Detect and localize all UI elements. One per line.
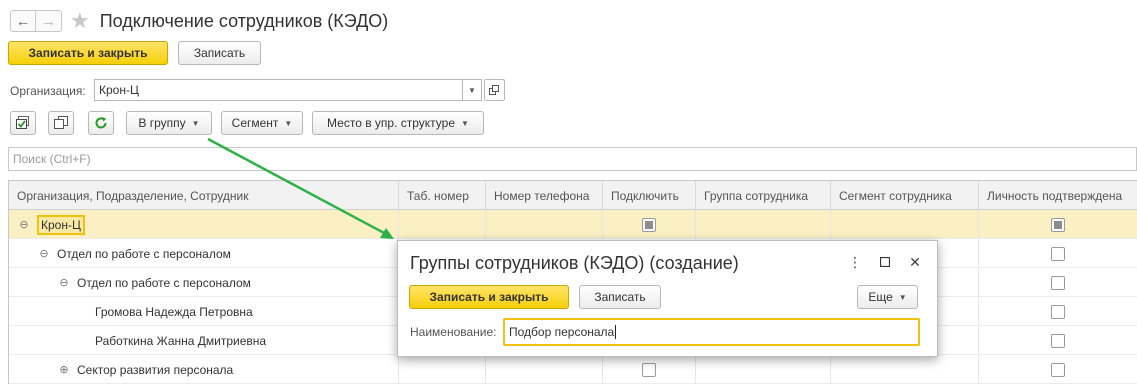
connect-cell[interactable] bbox=[603, 355, 696, 384]
column-header[interactable]: Подключить bbox=[603, 181, 696, 210]
identity-checkbox[interactable] bbox=[1051, 333, 1065, 348]
maximize-icon[interactable] bbox=[875, 251, 895, 273]
tab-number-cell bbox=[399, 355, 486, 384]
more-vertical-icon[interactable]: ⋮ bbox=[845, 251, 865, 273]
row-name: Крон-Ц bbox=[37, 214, 85, 235]
copy-icon bbox=[54, 116, 68, 129]
name-cell[interactable]: Громова Надежда Петровна bbox=[9, 297, 399, 326]
name-input-value: Подбор персонала bbox=[509, 325, 615, 339]
name-cell[interactable]: ⊖ Отдел по работе с персоналом bbox=[9, 268, 399, 297]
table-header: Организация, Подразделение, Сотрудник Та… bbox=[9, 181, 1137, 210]
chevron-down-icon: ▼ bbox=[191, 118, 200, 128]
column-header[interactable]: Группа сотрудника bbox=[696, 181, 831, 210]
structure-place-label: Место в упр. структуре bbox=[327, 116, 456, 130]
identity-cell[interactable] bbox=[979, 355, 1137, 384]
segment-label: Сегмент bbox=[231, 116, 279, 130]
row-name: Громова Надежда Петровна bbox=[95, 304, 253, 319]
name-cell[interactable]: ⊖ Крон-Ц bbox=[9, 210, 399, 239]
tab-number-cell bbox=[399, 210, 486, 239]
identity-cell[interactable] bbox=[979, 326, 1137, 355]
connect-checkbox[interactable] bbox=[642, 362, 656, 377]
collapse-icon[interactable]: ⊖ bbox=[39, 247, 49, 260]
star-icon[interactable]: ★ bbox=[70, 10, 90, 32]
row-name: Отдел по работе с персоналом bbox=[77, 275, 251, 290]
name-input[interactable]: Подбор персонала bbox=[503, 318, 920, 346]
identity-cell[interactable] bbox=[979, 268, 1137, 297]
identity-cell[interactable] bbox=[979, 239, 1137, 268]
dialog-save-and-close-button[interactable]: Записать и закрыть bbox=[409, 285, 569, 309]
connect-checkbox[interactable] bbox=[642, 217, 656, 232]
group-cell bbox=[696, 210, 831, 239]
structure-place-button[interactable]: Место в упр. структуре ▼ bbox=[312, 111, 484, 135]
organization-open-button[interactable] bbox=[484, 79, 505, 101]
identity-cell[interactable] bbox=[979, 210, 1137, 239]
organization-input[interactable]: Крон-Ц bbox=[94, 79, 463, 101]
phone-cell bbox=[486, 210, 603, 239]
refresh-button[interactable] bbox=[88, 111, 114, 135]
back-button[interactable]: ← bbox=[10, 10, 36, 32]
identity-checkbox[interactable] bbox=[1051, 246, 1065, 261]
table-row[interactable]: ⊕ Сектор развития персонала bbox=[9, 355, 1137, 384]
chevron-down-icon: ▼ bbox=[898, 292, 907, 302]
group-cell bbox=[696, 355, 831, 384]
identity-checkbox[interactable] bbox=[1051, 217, 1065, 232]
dialog-save-button[interactable]: Записать bbox=[579, 285, 661, 309]
collapse-icon[interactable]: ⊖ bbox=[19, 218, 29, 231]
table-row[interactable]: ⊖ Крон-Ц bbox=[9, 210, 1137, 239]
chevron-down-icon: ▼ bbox=[468, 85, 476, 95]
to-group-label: В группу bbox=[138, 116, 186, 130]
arrow-right-icon: → bbox=[41, 13, 56, 29]
organization-dropdown-button[interactable]: ▼ bbox=[462, 79, 482, 101]
column-header[interactable]: Номер телефона bbox=[486, 181, 603, 210]
column-header[interactable]: Организация, Подразделение, Сотрудник bbox=[9, 181, 399, 210]
dialog-more-button[interactable]: Еще ▼ bbox=[857, 285, 918, 309]
identity-checkbox[interactable] bbox=[1051, 275, 1065, 290]
name-label: Наименование: bbox=[410, 325, 497, 339]
row-name: Сектор развития персонала bbox=[77, 362, 234, 377]
organization-label: Организация: bbox=[10, 84, 86, 98]
check-all-icon bbox=[16, 116, 29, 129]
search-input[interactable]: Поиск (Ctrl+F) bbox=[8, 147, 1137, 171]
column-header[interactable]: Таб. номер bbox=[399, 181, 486, 210]
close-icon[interactable]: ✕ bbox=[905, 251, 925, 273]
name-cell[interactable]: Работкина Жанна Дмитриевна bbox=[9, 326, 399, 355]
name-cell[interactable]: ⊖ Отдел по работе с персоналом bbox=[9, 239, 399, 268]
chevron-down-icon: ▼ bbox=[284, 118, 293, 128]
create-group-dialog: Группы сотрудников (КЭДО) (создание) ⋮ ✕… bbox=[397, 240, 938, 357]
more-label: Еще bbox=[868, 290, 893, 304]
identity-cell[interactable] bbox=[979, 297, 1137, 326]
copy-button[interactable] bbox=[48, 111, 74, 135]
identity-checkbox[interactable] bbox=[1051, 362, 1065, 377]
segment-cell bbox=[831, 355, 979, 384]
chevron-down-icon: ▼ bbox=[461, 118, 469, 128]
column-header[interactable]: Сегмент сотрудника bbox=[831, 181, 979, 210]
column-header[interactable]: Личность подтверждена bbox=[979, 181, 1137, 210]
title-bar: ← → ★ Подключение сотрудников (КЭДО) bbox=[10, 6, 388, 36]
dialog-title: Группы сотрудников (КЭДО) (создание) bbox=[410, 253, 739, 273]
name-cell[interactable]: ⊕ Сектор развития персонала bbox=[9, 355, 399, 384]
open-icon bbox=[489, 84, 499, 95]
segment-button[interactable]: Сегмент ▼ bbox=[221, 111, 303, 135]
save-button[interactable]: Записать bbox=[178, 41, 261, 65]
page-title: Подключение сотрудников (КЭДО) bbox=[99, 10, 389, 31]
connect-cell[interactable] bbox=[603, 210, 696, 239]
identity-checkbox[interactable] bbox=[1051, 304, 1065, 319]
check-all-button[interactable] bbox=[10, 111, 36, 135]
refresh-icon bbox=[95, 117, 107, 129]
row-name: Отдел по работе с персоналом bbox=[57, 246, 231, 261]
segment-cell bbox=[831, 210, 979, 239]
forward-button[interactable]: → bbox=[36, 10, 62, 32]
to-group-button[interactable]: В группу ▼ bbox=[126, 111, 212, 135]
phone-cell bbox=[486, 355, 603, 384]
row-name: Работкина Жанна Дмитриевна bbox=[95, 333, 267, 348]
arrow-left-icon: ← bbox=[16, 13, 30, 29]
collapse-icon[interactable]: ⊖ bbox=[59, 276, 69, 289]
expand-icon[interactable]: ⊕ bbox=[59, 363, 69, 376]
save-and-close-button[interactable]: Записать и закрыть bbox=[8, 41, 168, 65]
text-caret bbox=[615, 325, 617, 339]
